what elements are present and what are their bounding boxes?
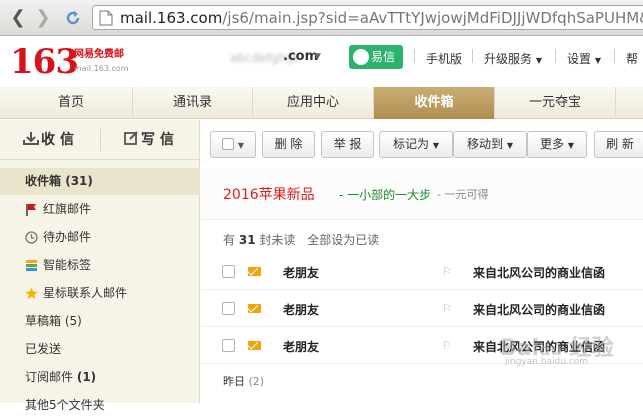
mail-header: 163 网易免费邮 mail.163.com abcdefghijk .com … <box>0 37 643 87</box>
sidebar-item-todo[interactable]: 待办邮件 <box>0 224 200 251</box>
tab-inbox[interactable]: 收件箱 <box>374 87 495 119</box>
refresh-button[interactable]: 刷 新 <box>594 131 643 158</box>
mail-subject: 来自北风公司的商业信函 <box>473 266 606 280</box>
more-button[interactable]: 更多 ▼ <box>527 131 587 158</box>
mail-sender: 老朋友 <box>283 266 320 280</box>
unread-summary: 有 31 封未读 全部设为已读 <box>223 233 380 247</box>
reload-icon[interactable] <box>62 7 84 29</box>
upgrade-link[interactable]: 升级服务 ▼ <box>484 50 542 67</box>
sidebar-item-subscriptions[interactable]: 订阅邮件 (1) <box>0 364 200 391</box>
flag-icon[interactable]: ⚐ <box>442 302 452 315</box>
sidebar-item-starred[interactable]: 星标联系人邮件 <box>0 280 200 307</box>
mail-checkbox[interactable] <box>222 339 235 352</box>
download-icon <box>23 132 39 145</box>
main-tabs: 首页 通讯录 应用中心 收件箱 一元夺宝 <box>0 87 643 119</box>
mail-sender: 老朋友 <box>283 303 320 317</box>
promo-subtitle-2: - 一元可得 <box>437 188 489 201</box>
unread-envelope-icon <box>248 304 261 313</box>
sidebar-item-red-flag[interactable]: 红旗邮件 <box>0 196 200 223</box>
mail-toolbar: ▼ 删 除 举 报 标记为 ▼ 移动到 ▼ 更多 ▼ 刷 新 <box>201 120 643 168</box>
unread-envelope-icon <box>248 341 261 350</box>
mail-sender: 老朋友 <box>283 340 320 354</box>
flag-icon[interactable]: ⚐ <box>442 339 452 352</box>
compose-row: 收信 写信 <box>0 120 200 160</box>
promo-subtitle: - 一小部的一大步 <box>339 188 432 202</box>
report-button[interactable]: 举 报 <box>321 131 374 158</box>
tag-icon <box>26 260 37 271</box>
logo-domain: mail.163.com <box>74 64 129 73</box>
mail-row[interactable]: 老朋友 ⚐ 来自北风公司的商业信函 <box>201 290 643 327</box>
promo-title[interactable]: 2016苹果新品 <box>223 184 315 204</box>
sidebar-item-inbox[interactable]: 收件箱 (31) <box>0 168 200 195</box>
sidebar-item-drafts[interactable]: 草稿箱 (5) <box>0 308 200 335</box>
promo-banner[interactable]: 2016苹果新品 - 一小部的一大步 - 一元可得 <box>201 168 643 220</box>
select-all-dropdown[interactable]: ▼ <box>210 131 256 158</box>
url-text: mail.163.com/js6/main.jsp?sid=aAvTTtYJwj… <box>120 9 643 27</box>
mail-row[interactable]: 老朋友 ⚐ 来自北风公司的商业信函 <box>201 253 643 290</box>
settings-link[interactable]: 设置 ▼ <box>567 50 601 67</box>
mark-all-read-link[interactable]: 全部设为已读 <box>307 233 379 247</box>
address-bar[interactable]: mail.163.com/js6/main.jsp?sid=aAvTTtYJwj… <box>92 5 643 30</box>
mobile-link[interactable]: 手机版 <box>426 50 462 67</box>
help-link[interactable]: 帮 <box>626 50 638 67</box>
yixin-icon <box>353 49 369 65</box>
header-divider <box>414 49 415 63</box>
tab-app-center[interactable]: 应用中心 <box>253 87 374 119</box>
yixin-button[interactable]: 易信 <box>349 45 403 69</box>
logo-text: 网易免费邮 <box>74 49 124 60</box>
mail-subject: 来自北风公司的商业信函 <box>473 303 606 317</box>
compose-divider <box>100 129 101 151</box>
header-divider <box>614 49 615 63</box>
select-all-checkbox[interactable] <box>222 138 234 150</box>
back-icon[interactable]: ❮ <box>7 7 29 29</box>
account-suffix[interactable]: .com <box>283 49 318 64</box>
tab-home[interactable]: 首页 <box>10 87 133 119</box>
sidebar-item-other-folders[interactable]: 其他5个文件夹 <box>0 392 200 419</box>
mail-checkbox[interactable] <box>222 265 235 278</box>
mail-checkbox[interactable] <box>222 302 235 315</box>
receive-button[interactable]: 收信 <box>23 120 79 160</box>
red-flag-icon <box>26 204 36 216</box>
header-divider <box>555 49 556 63</box>
tab-contacts[interactable]: 通讯录 <box>133 87 253 119</box>
move-to-button[interactable]: 移动到 ▼ <box>453 131 527 158</box>
page-icon <box>99 10 113 26</box>
delete-button[interactable]: 删 除 <box>262 131 315 158</box>
date-group-yesterday: 昨日 (2) <box>223 375 265 388</box>
flag-icon[interactable]: ⚐ <box>442 265 452 278</box>
sidebar-item-sent[interactable]: 已发送 <box>0 336 200 363</box>
write-button[interactable]: 写信 <box>124 120 179 160</box>
header-divider <box>472 49 473 63</box>
star-icon <box>25 287 38 299</box>
sidebar-item-smart-tags[interactable]: 智能标签 <box>0 252 200 279</box>
tab-one-yuan[interactable]: 一元夺宝 <box>495 87 616 119</box>
chevron-down-icon[interactable]: ▼ <box>314 52 321 62</box>
unread-envelope-icon <box>248 267 261 276</box>
mark-as-button[interactable]: 标记为 ▼ <box>379 131 453 158</box>
edit-icon <box>124 131 138 145</box>
chevron-down-icon: ▼ <box>237 141 244 150</box>
sidebar: 收信 写信 收件箱 (31) 红旗邮件 待办邮件 智能标签 星标联系人邮件 草稿… <box>0 120 200 412</box>
browser-toolbar: ❮ ❯ mail.163.com/js6/main.jsp?sid=aAvTTt… <box>0 0 643 36</box>
logo-163[interactable]: 163 <box>10 43 79 81</box>
baidu-watermark-url: jingyan.baidu.com <box>505 357 589 367</box>
forward-icon[interactable]: ❯ <box>32 7 54 29</box>
clock-icon <box>25 231 38 244</box>
